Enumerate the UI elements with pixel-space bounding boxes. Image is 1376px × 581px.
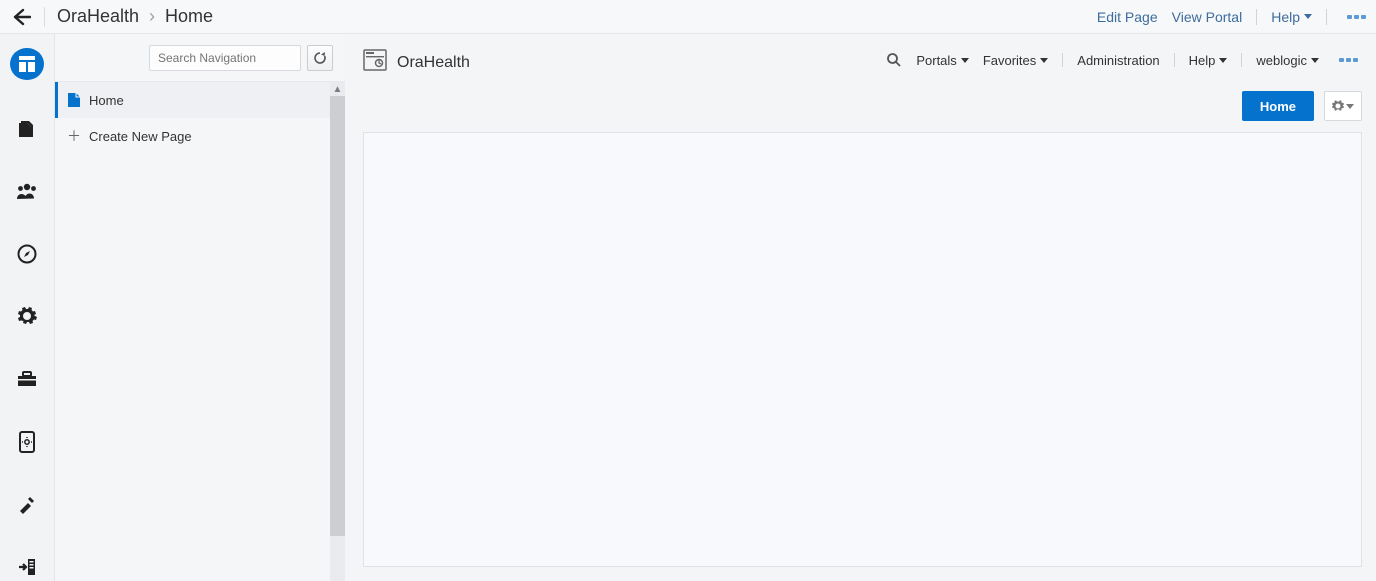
nav-scrollbar[interactable]: ▲ [330,82,345,581]
gear-icon [1332,100,1344,112]
page-icon [67,92,81,108]
rail-deploy-icon[interactable] [12,552,42,581]
plus-icon: ＋ [67,126,81,146]
rail-toolbox-icon[interactable] [12,365,42,394]
help-menu[interactable]: Help [1271,9,1312,25]
chevron-down-icon [1040,58,1048,63]
breadcrumb-separator: › [149,6,155,27]
divider [1256,9,1257,25]
nav-item-home[interactable]: Home [55,82,345,118]
nav-search-row [55,34,345,82]
rail-build-icon[interactable] [12,490,42,519]
page-options-button[interactable] [1324,91,1362,121]
chevron-down-icon [1304,14,1312,19]
divider [1241,53,1242,67]
rail-members-icon[interactable] [12,177,42,206]
favorites-menu[interactable]: Favorites [983,53,1048,68]
administration-link[interactable]: Administration [1077,53,1159,68]
rail-compass-icon[interactable] [12,240,42,269]
portal-icon [363,48,387,72]
search-icon[interactable] [886,52,902,68]
scroll-up-icon[interactable]: ▲ [330,82,345,96]
rail-settings-icon[interactable] [12,302,42,331]
divider [44,7,45,27]
main-area: OraHealth Portals Favorites Administrati… [345,34,1376,581]
top-links: Edit Page View Portal Help [1097,9,1366,25]
more-actions-icon[interactable] [1339,58,1358,62]
icon-rail [0,34,55,581]
page-canvas[interactable] [363,132,1362,567]
nav-tree: Home ＋ Create New Page ▲ [55,82,345,581]
portals-menu[interactable]: Portals [916,53,968,68]
breadcrumb-current: Home [165,6,213,27]
nav-search-input[interactable] [149,45,301,71]
more-actions-icon[interactable] [1347,15,1366,19]
topbar: OraHealth › Home Edit Page View Portal H… [0,0,1376,34]
user-menu[interactable]: weblogic [1256,53,1319,68]
back-button[interactable] [10,6,32,28]
chevron-down-icon [961,58,969,63]
nav-item-label: Home [89,93,124,108]
action-row: Home [345,86,1376,126]
divider [1326,9,1327,25]
rail-assets-icon[interactable] [12,114,42,143]
view-portal-link[interactable]: View Portal [1172,9,1243,25]
help-menu-main[interactable]: Help [1189,53,1228,68]
nav-refresh-button[interactable] [307,45,333,71]
main-header: OraHealth Portals Favorites Administrati… [345,34,1376,86]
home-button[interactable]: Home [1242,91,1314,121]
help-label: Help [1271,9,1300,25]
rail-pages-icon[interactable] [10,48,44,80]
breadcrumb: OraHealth › Home [57,6,213,27]
chevron-down-icon [1311,58,1319,63]
main-nav: Portals Favorites Administration Help we… [886,52,1358,68]
nav-create-label: Create New Page [89,129,192,144]
portal-title: OraHealth [397,54,470,72]
divider [1174,53,1175,67]
edit-page-link[interactable]: Edit Page [1097,9,1158,25]
breadcrumb-root[interactable]: OraHealth [57,6,139,27]
rail-device-icon[interactable] [12,427,42,456]
divider [1062,53,1063,67]
nav-create-page[interactable]: ＋ Create New Page [55,118,345,154]
chevron-down-icon [1346,104,1354,109]
navigation-panel: Home ＋ Create New Page ▲ [55,34,345,581]
chevron-down-icon [1219,58,1227,63]
scroll-thumb[interactable] [330,96,345,536]
